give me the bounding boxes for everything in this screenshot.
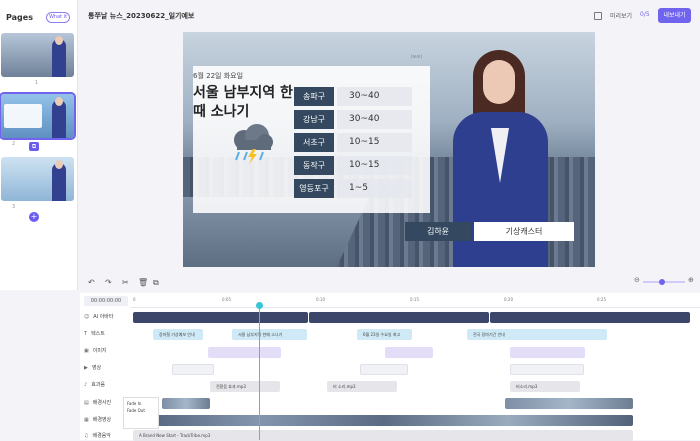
district-label: 강남구 <box>294 110 334 129</box>
video-icon: ▶ <box>84 365 88 371</box>
zoom-slider-handle[interactable] <box>659 279 665 285</box>
playhead-handle[interactable] <box>256 302 263 309</box>
avatar-face <box>483 60 515 104</box>
text-icon: T <box>84 331 88 337</box>
image-clip[interactable] <box>208 347 281 358</box>
time-tick: 0:20 <box>504 297 513 302</box>
pages-title: Pages <box>6 13 33 22</box>
timecode-display: 00:00:00:00 <box>84 296 128 306</box>
avatar-clip[interactable] <box>133 312 308 323</box>
pencil-icon[interactable]: ✎ <box>178 11 184 19</box>
rain-cloud-icon <box>234 124 273 164</box>
district-label: 송파구 <box>294 87 334 106</box>
sound-clip[interactable]: 비 소리.mp3 <box>327 381 397 392</box>
copy-icon[interactable]: ⧉ <box>153 278 159 288</box>
page-thumbnail-1[interactable] <box>1 33 74 77</box>
timeline-ruler[interactable] <box>130 307 700 308</box>
zoom-out-icon[interactable]: ⊖ <box>634 276 640 284</box>
time-tick: 0:05 <box>222 297 231 302</box>
video-clip[interactable] <box>172 364 214 375</box>
image-icon: ▣ <box>84 348 89 354</box>
trash-icon[interactable]: 🗑 <box>138 278 148 287</box>
district-label: 서초구 <box>294 133 334 152</box>
fade-menu: Fade In Fade Out <box>123 397 159 429</box>
text-clip[interactable]: 서울 남부지역 한때 소나기 <box>232 329 307 340</box>
weather-date: 6월 22일 화요일 <box>193 72 244 80</box>
redo-icon[interactable]: ↷ <box>105 278 112 287</box>
scissors-icon[interactable]: ✂ <box>122 278 129 287</box>
link-pages-button[interactable]: ⧉ <box>29 142 39 151</box>
music-clip[interactable]: A Brand New Start - TrackTribe.mp3 <box>133 430 633 441</box>
undo-icon[interactable]: ↶ <box>88 278 95 287</box>
preview-button[interactable]: 미리보기 <box>610 11 632 20</box>
zoom-in-icon[interactable]: ⊕ <box>688 276 694 284</box>
film-icon: ▦ <box>84 417 89 423</box>
text-clip[interactable]: 장마철 기상예보 안내 <box>153 329 203 340</box>
timeline-panel: 00:00:00:00 0 0:05 0:10 0:15 0:20 0:25 ☺… <box>80 293 700 441</box>
track-label-avatar: ☺ AI 아바타 <box>84 314 114 320</box>
text-clip[interactable]: 전국 장마기간 안내 <box>467 329 607 340</box>
sound-clip[interactable]: 비소리.mp3 <box>510 381 580 392</box>
fade-in-option[interactable]: Fade In <box>127 400 155 407</box>
anchor-name-caption[interactable]: 김하윤 <box>405 222 471 241</box>
track-label-text: T 텍스트 <box>84 331 105 337</box>
video-clip[interactable] <box>360 364 408 375</box>
image-clip[interactable] <box>510 347 585 358</box>
anchor-role-caption[interactable]: 기상캐스터 <box>474 222 574 241</box>
district-label: 동작구 <box>294 156 334 175</box>
page-count: 0/5 <box>640 11 650 18</box>
fade-out-option[interactable]: Fade Out <box>127 407 155 414</box>
rainfall-value: 30~40 <box>337 87 412 106</box>
sound-clip[interactable]: 전환음 효과.mp3 <box>210 381 280 392</box>
add-page-circle-button[interactable]: + <box>29 212 39 222</box>
rainfall-value: 10~15 <box>337 156 412 175</box>
track-label-image: ▣ 이미지 <box>84 348 107 354</box>
rainfall-value: 1~5 <box>337 179 412 198</box>
page-number-2: 2 <box>12 141 16 147</box>
weather-headline: 서울 남부지역 한때 소나기 <box>193 85 293 120</box>
avatar-clip[interactable] <box>490 312 690 323</box>
track-label-video: ▶ 영상 <box>84 365 102 371</box>
add-page-button[interactable]: What it <box>46 12 70 23</box>
speaker-icon: ♪ <box>84 382 88 388</box>
page-thumbnail-2[interactable] <box>0 92 76 140</box>
photo-icon: ▤ <box>84 400 89 406</box>
video-clip[interactable] <box>510 364 584 375</box>
background-photo-clip[interactable] <box>162 398 210 409</box>
image-clip[interactable] <box>385 347 433 358</box>
music-icon: ♫ <box>84 433 89 439</box>
unit-mark: [mm] <box>411 54 422 59</box>
page-number-3: 3 <box>12 204 16 210</box>
video-canvas[interactable]: 6월 22일 화요일 서울 남부지역 한때 소나기 [mm] 송파구 30~40… <box>183 32 595 267</box>
pages-sidebar: Pages What it 1 2 ⧉ 3 + <box>0 0 78 290</box>
avatar-clip[interactable] <box>309 312 489 323</box>
background-video-clip[interactable] <box>133 415 633 426</box>
time-tick: 0:10 <box>316 297 325 302</box>
track-label-bg-music: ♫ 배경음악 <box>84 433 111 439</box>
track-label-sfx: ♪ 효과음 <box>84 382 106 388</box>
page-number-1: 1 <box>35 80 39 86</box>
export-button[interactable]: 내보내기 <box>658 8 691 23</box>
page-thumbnail-3[interactable] <box>1 157 74 201</box>
text-clip[interactable]: 6월 23일 수요일 최고 <box>357 329 412 340</box>
playhead[interactable] <box>259 305 260 440</box>
person-icon: ☺ <box>84 314 90 320</box>
time-tick: 0 <box>133 297 136 302</box>
rainfall-value: 30~40 <box>337 110 412 129</box>
background-photo-clip[interactable] <box>505 398 633 409</box>
district-label: 영등포구 <box>294 179 334 198</box>
rainfall-value: 10~15 <box>337 133 412 152</box>
save-icon[interactable] <box>594 12 602 20</box>
time-tick: 0:15 <box>410 297 419 302</box>
timeline-toolbar: ↶ ↷ ✂ 🗑 ⧉ <box>80 274 700 292</box>
time-tick: 0:25 <box>597 297 606 302</box>
